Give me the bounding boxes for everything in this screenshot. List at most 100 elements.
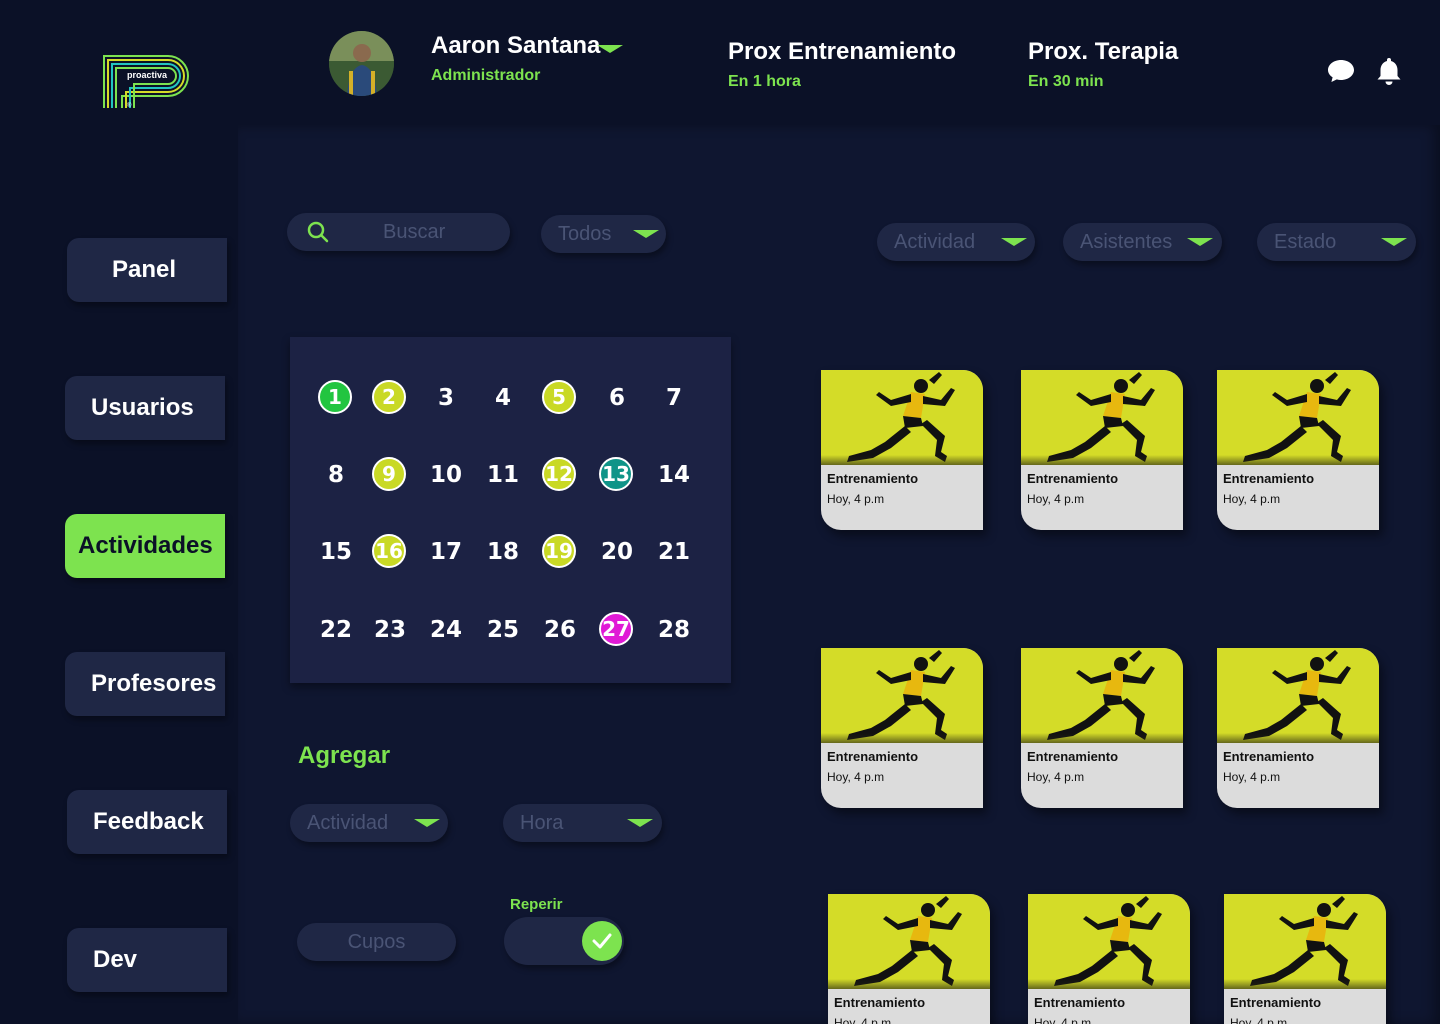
brand-logo[interactable]: proactiva ®: [100, 50, 192, 110]
activity-title: Entrenamiento: [827, 749, 919, 764]
activity-select-label: Actividad: [307, 811, 389, 834]
activity-card[interactable]: Entrenamiento Hoy, 4 p.m: [1217, 370, 1379, 530]
activity-title: Entrenamiento: [834, 995, 926, 1010]
activity-card[interactable]: Entrenamiento Hoy, 4 p.m: [1021, 648, 1183, 808]
activity-title: Entrenamiento: [1034, 995, 1126, 1010]
avatar[interactable]: [329, 31, 394, 96]
sidebar-item-label: Feedback: [93, 808, 204, 835]
calendar-day[interactable]: 27: [599, 612, 633, 646]
calendar-day[interactable]: 2: [372, 380, 406, 414]
activity-title: Entrenamiento: [1230, 995, 1322, 1010]
activity-card[interactable]: Entrenamiento Hoy, 4 p.m: [828, 894, 990, 1024]
cupos-placeholder: Cupos: [347, 930, 406, 953]
activity-image: [1217, 648, 1379, 743]
actividad-filter-label: Actividad: [894, 230, 976, 253]
estado-filter-dropdown[interactable]: Estado: [1257, 223, 1416, 261]
activity-time: Hoy, 4 p.m: [1223, 492, 1281, 506]
next-training-title: Prox Entrenamiento: [728, 38, 957, 65]
search-icon: [307, 221, 329, 249]
calendar-day[interactable]: 9: [372, 457, 406, 491]
user-name: Aaron Santana: [431, 32, 601, 59]
sidebar-item-label: Profesores: [91, 670, 217, 697]
calendar-day[interactable]: 19: [542, 534, 576, 568]
calendar-day[interactable]: 7: [656, 380, 692, 416]
activity-select[interactable]: Actividad: [290, 804, 448, 842]
calendar-day[interactable]: 17: [428, 534, 464, 570]
calendar: 1 2 3 4 5 6 7 8 9 10 11 12 13 14 15 16 17 18 19 20 21 22 23 24 2…: [290, 337, 731, 683]
activity-card[interactable]: Entrenamiento Hoy, 4 p.m: [821, 370, 983, 530]
repeat-toggle[interactable]: [504, 917, 624, 965]
activity-card[interactable]: Entrenamiento Hoy, 4 p.m: [1217, 648, 1379, 808]
calendar-day[interactable]: 14: [656, 457, 692, 493]
todos-dropdown[interactable]: Todos: [541, 215, 666, 253]
calendar-day[interactable]: 5: [542, 380, 576, 414]
calendar-day[interactable]: 22: [318, 612, 354, 648]
calendar-day[interactable]: 20: [599, 534, 635, 570]
sidebar-item-actividades[interactable]: Actividades: [65, 514, 225, 578]
activity-title: Entrenamiento: [1223, 471, 1315, 486]
calendar-day[interactable]: 1: [318, 380, 352, 414]
sidebar-item-dev[interactable]: Dev: [67, 928, 227, 992]
sidebar-item-panel[interactable]: Panel: [67, 238, 227, 302]
calendar-day[interactable]: 10: [428, 457, 464, 493]
activity-card[interactable]: Entrenamiento Hoy, 4 p.m: [1028, 894, 1190, 1024]
sidebar-item-usuarios[interactable]: Usuarios: [65, 376, 225, 440]
calendar-day[interactable]: 13: [599, 457, 633, 491]
calendar-day[interactable]: 23: [372, 612, 408, 648]
next-therapy-subtitle: En 30 min: [1028, 73, 1104, 90]
next-therapy-title: Prox. Terapia: [1028, 38, 1179, 65]
chat-icon[interactable]: [1327, 58, 1355, 89]
activity-title: Entrenamiento: [1027, 749, 1119, 764]
chevron-down-icon: [414, 819, 440, 827]
calendar-day[interactable]: 16: [372, 534, 406, 568]
calendar-day[interactable]: 3: [428, 380, 464, 416]
activity-image: [1021, 370, 1183, 465]
calendar-day[interactable]: 12: [542, 457, 576, 491]
chevron-down-icon: [627, 819, 653, 827]
user-role: Administrador: [431, 67, 541, 84]
hour-select[interactable]: Hora: [503, 804, 662, 842]
activity-card[interactable]: Entrenamiento Hoy, 4 p.m: [1021, 370, 1183, 530]
sidebar-item-label: Usuarios: [91, 394, 194, 421]
chevron-down-icon: [1381, 238, 1407, 246]
calendar-day[interactable]: 4: [485, 380, 521, 416]
calendar-day[interactable]: 8: [318, 457, 354, 493]
activity-card[interactable]: Entrenamiento Hoy, 4 p.m: [821, 648, 983, 808]
asistentes-filter-label: Asistentes: [1080, 230, 1173, 253]
activity-image: [1028, 894, 1190, 989]
sidebar-item-label: Dev: [93, 946, 138, 973]
check-icon: [582, 921, 622, 961]
activity-card[interactable]: Entrenamiento Hoy, 4 p.m: [1224, 894, 1386, 1024]
calendar-day[interactable]: 26: [542, 612, 578, 648]
calendar-day[interactable]: 6: [599, 380, 635, 416]
activity-time: Hoy, 4 p.m: [827, 492, 885, 506]
actividad-filter-dropdown[interactable]: Actividad: [877, 223, 1035, 261]
sidebar-item-feedback[interactable]: Feedback: [67, 790, 227, 854]
activity-time: Hoy, 4 p.m: [1027, 492, 1085, 506]
sidebar-item-profesores[interactable]: Profesores: [65, 652, 225, 716]
asistentes-filter-dropdown[interactable]: Asistentes: [1063, 223, 1222, 261]
top-bar: [0, 0, 1440, 125]
calendar-day[interactable]: 28: [656, 612, 692, 648]
user-menu-chevron-down-icon[interactable]: [597, 45, 623, 53]
calendar-day[interactable]: 11: [485, 457, 521, 493]
activity-time: Hoy, 4 p.m: [1034, 1016, 1092, 1024]
calendar-day[interactable]: 24: [428, 612, 464, 648]
calendar-day[interactable]: 25: [485, 612, 521, 648]
search-input[interactable]: Buscar: [287, 213, 510, 251]
todos-label: Todos: [558, 222, 612, 245]
cupos-input[interactable]: Cupos: [297, 923, 456, 961]
activity-image: [828, 894, 990, 989]
activity-title: Entrenamiento: [1223, 749, 1315, 764]
bell-icon[interactable]: [1376, 56, 1402, 91]
activity-time: Hoy, 4 p.m: [834, 1016, 892, 1024]
calendar-day[interactable]: 15: [318, 534, 354, 570]
svg-text:®: ®: [127, 102, 132, 109]
activity-image: [821, 648, 983, 743]
sidebar: [0, 0, 238, 1024]
calendar-day[interactable]: 18: [485, 534, 521, 570]
chevron-down-icon: [1187, 238, 1213, 246]
add-section-title: Agregar: [298, 742, 391, 769]
activity-time: Hoy, 4 p.m: [1027, 770, 1085, 784]
calendar-day[interactable]: 21: [656, 534, 692, 570]
